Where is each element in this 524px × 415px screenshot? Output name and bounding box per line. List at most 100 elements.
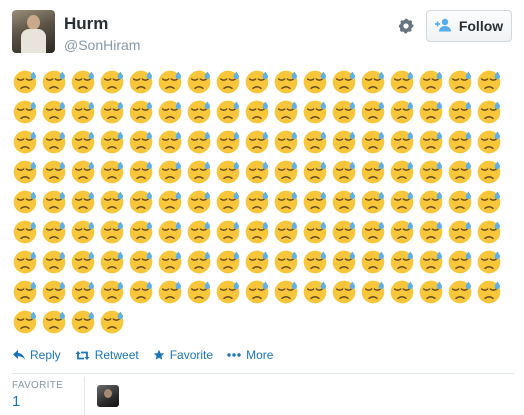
disappointed-sweat-face-emoji [303, 190, 332, 220]
disappointed-sweat-face-emoji [187, 190, 216, 220]
disappointed-sweat-face-emoji [245, 70, 274, 100]
disappointed-sweat-face-emoji [245, 130, 274, 160]
disappointed-sweat-face-emoji [419, 160, 448, 190]
disappointed-sweat-face-emoji [42, 310, 71, 340]
author-avatar[interactable] [12, 10, 55, 53]
disappointed-sweat-face-emoji [361, 280, 390, 310]
disappointed-sweat-face-emoji [477, 160, 506, 190]
disappointed-sweat-face-emoji [42, 70, 71, 100]
disappointed-sweat-face-emoji [71, 130, 100, 160]
disappointed-sweat-face-emoji [303, 70, 332, 100]
disappointed-sweat-face-emoji [100, 310, 129, 340]
stats-vertical-divider [84, 377, 85, 415]
author-handle[interactable]: @SonHiram [64, 37, 140, 53]
disappointed-sweat-face-emoji [71, 250, 100, 280]
disappointed-sweat-face-emoji [332, 160, 361, 190]
more-button[interactable]: More [227, 348, 273, 362]
disappointed-sweat-face-emoji [187, 130, 216, 160]
disappointed-sweat-face-emoji [303, 100, 332, 130]
more-dots-icon [227, 353, 241, 357]
star-icon [153, 349, 164, 360]
disappointed-sweat-face-emoji [13, 160, 42, 190]
disappointed-sweat-face-emoji [245, 160, 274, 190]
disappointed-sweat-face-emoji [419, 130, 448, 160]
disappointed-sweat-face-emoji [303, 220, 332, 250]
disappointed-sweat-face-emoji [477, 100, 506, 130]
disappointed-sweat-face-emoji [187, 70, 216, 100]
disappointed-sweat-face-emoji [390, 250, 419, 280]
disappointed-sweat-face-emoji [303, 160, 332, 190]
disappointed-sweat-face-emoji [42, 250, 71, 280]
disappointed-sweat-face-emoji [477, 220, 506, 250]
gear-icon[interactable] [396, 16, 416, 36]
disappointed-sweat-face-emoji [216, 190, 245, 220]
disappointed-sweat-face-emoji [361, 190, 390, 220]
disappointed-sweat-face-emoji [129, 70, 158, 100]
disappointed-sweat-face-emoji [216, 280, 245, 310]
disappointed-sweat-face-emoji [477, 190, 506, 220]
disappointed-sweat-face-emoji [477, 280, 506, 310]
disappointed-sweat-face-emoji [245, 280, 274, 310]
disappointed-sweat-face-emoji [187, 250, 216, 280]
disappointed-sweat-face-emoji [129, 100, 158, 130]
disappointed-sweat-face-emoji [216, 160, 245, 190]
disappointed-sweat-face-emoji [448, 100, 477, 130]
disappointed-sweat-face-emoji [332, 70, 361, 100]
disappointed-sweat-face-emoji [361, 130, 390, 160]
disappointed-sweat-face-emoji [303, 280, 332, 310]
disappointed-sweat-face-emoji [274, 220, 303, 250]
disappointed-sweat-face-emoji [332, 130, 361, 160]
disappointed-sweat-face-emoji [129, 250, 158, 280]
disappointed-sweat-face-emoji [100, 100, 129, 130]
disappointed-sweat-face-emoji [477, 70, 506, 100]
disappointed-sweat-face-emoji [216, 70, 245, 100]
favoriter-avatar[interactable] [97, 385, 119, 407]
disappointed-sweat-face-emoji [42, 190, 71, 220]
disappointed-sweat-face-emoji [129, 160, 158, 190]
disappointed-sweat-face-emoji [187, 280, 216, 310]
disappointed-sweat-face-emoji [13, 250, 42, 280]
retweet-button[interactable]: Retweet [75, 348, 139, 362]
disappointed-sweat-face-emoji [390, 160, 419, 190]
disappointed-sweat-face-emoji [361, 70, 390, 100]
disappointed-sweat-face-emoji [129, 130, 158, 160]
disappointed-sweat-face-emoji [390, 100, 419, 130]
disappointed-sweat-face-emoji [100, 220, 129, 250]
disappointed-sweat-face-emoji [42, 100, 71, 130]
disappointed-sweat-face-emoji [274, 250, 303, 280]
disappointed-sweat-face-emoji [274, 280, 303, 310]
author-name[interactable]: Hurm [64, 14, 108, 34]
disappointed-sweat-face-emoji [332, 190, 361, 220]
disappointed-sweat-face-emoji [129, 190, 158, 220]
disappointed-sweat-face-emoji [158, 250, 187, 280]
favorite-button[interactable]: Favorite [153, 348, 213, 362]
favorites-count[interactable]: 1 [12, 393, 20, 410]
reply-icon [13, 349, 25, 360]
disappointed-sweat-face-emoji [303, 250, 332, 280]
disappointed-sweat-face-emoji [448, 190, 477, 220]
disappointed-sweat-face-emoji [13, 190, 42, 220]
disappointed-sweat-face-emoji [13, 70, 42, 100]
follow-button[interactable]: Follow [426, 10, 512, 42]
disappointed-sweat-face-emoji [71, 100, 100, 130]
disappointed-sweat-face-emoji [71, 220, 100, 250]
disappointed-sweat-face-emoji [13, 100, 42, 130]
disappointed-sweat-face-emoji [245, 220, 274, 250]
disappointed-sweat-face-emoji [71, 160, 100, 190]
reply-button[interactable]: Reply [13, 348, 61, 362]
disappointed-sweat-face-emoji [71, 70, 100, 100]
disappointed-sweat-face-emoji [71, 280, 100, 310]
disappointed-sweat-face-emoji [419, 100, 448, 130]
disappointed-sweat-face-emoji [158, 190, 187, 220]
disappointed-sweat-face-emoji [303, 130, 332, 160]
disappointed-sweat-face-emoji [419, 70, 448, 100]
disappointed-sweat-face-emoji [158, 220, 187, 250]
disappointed-sweat-face-emoji [42, 220, 71, 250]
disappointed-sweat-face-emoji [13, 280, 42, 310]
disappointed-sweat-face-emoji [100, 280, 129, 310]
disappointed-sweat-face-emoji [448, 280, 477, 310]
disappointed-sweat-face-emoji [100, 130, 129, 160]
disappointed-sweat-face-emoji [477, 130, 506, 160]
disappointed-sweat-face-emoji [419, 190, 448, 220]
disappointed-sweat-face-emoji [216, 250, 245, 280]
